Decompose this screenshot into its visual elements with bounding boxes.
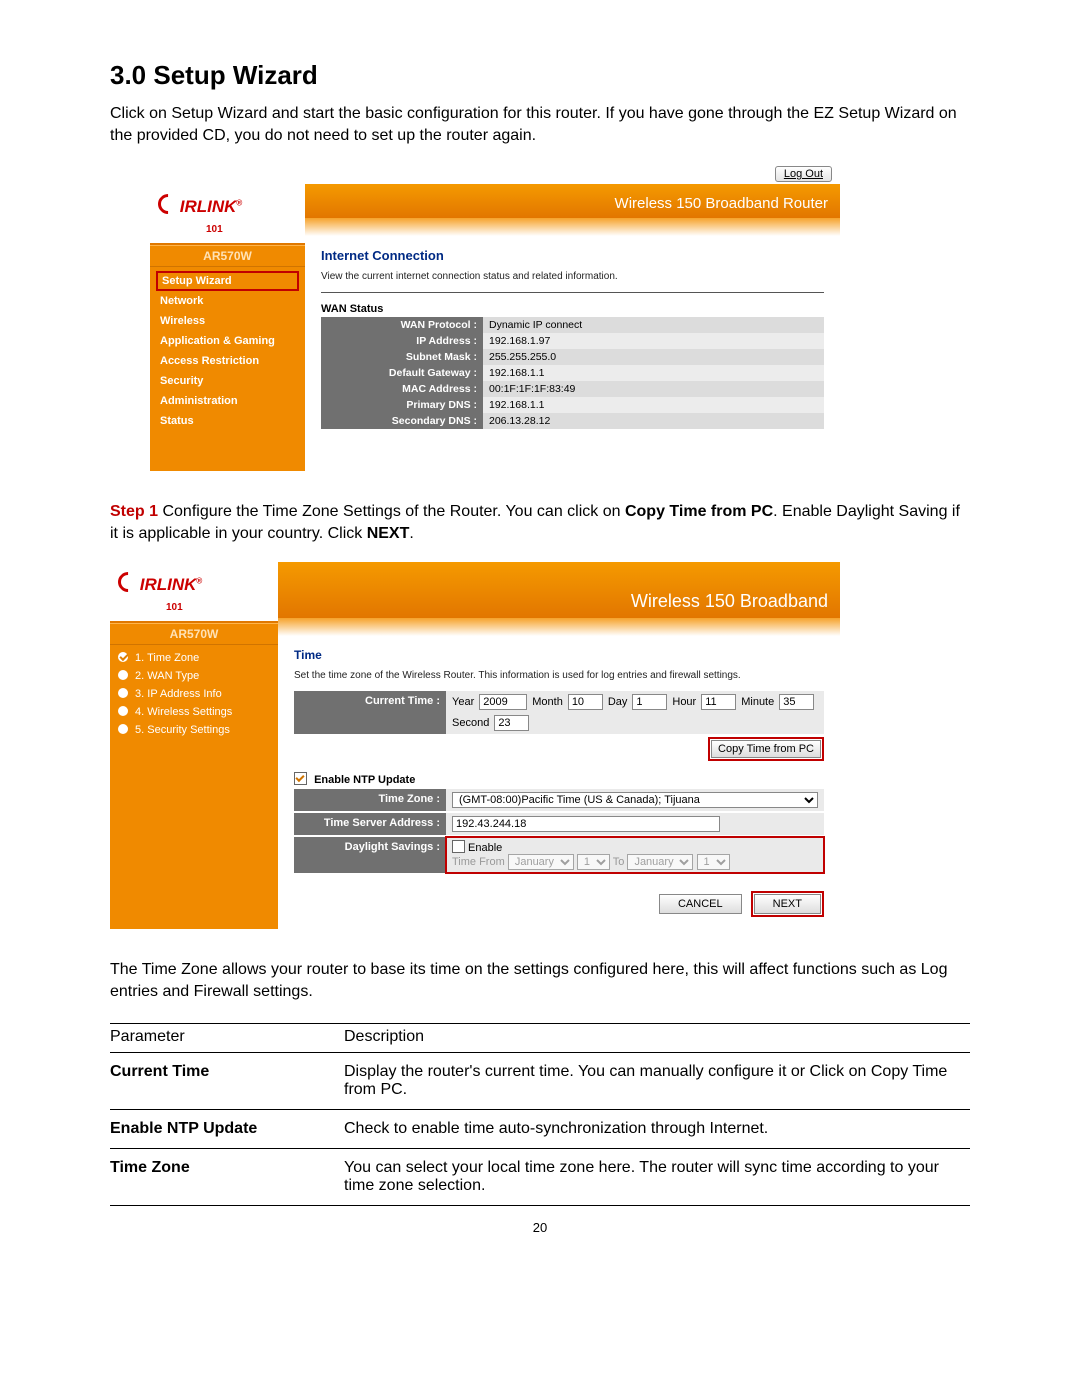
kv-value: 192.168.1.1 <box>483 365 824 381</box>
kv-key: Default Gateway : <box>321 365 483 381</box>
sidebar-item-security[interactable]: Security <box>150 371 305 391</box>
timezone-select[interactable]: (GMT-08:00)Pacific Time (US & Canada); T… <box>452 792 818 808</box>
banner-title: Wireless 150 Broadband <box>631 591 828 612</box>
timezone-paragraph: The Time Zone allows your router to base… <box>110 959 970 1002</box>
panel-title: Time <box>294 648 824 662</box>
time-server-input[interactable] <box>452 816 720 832</box>
kv-key: Primary DNS : <box>321 397 483 413</box>
current-time-label: Current Time : <box>294 691 446 734</box>
param-name: Enable NTP Update <box>110 1109 344 1148</box>
table-row: Time ZoneYou can select your local time … <box>110 1148 970 1205</box>
current-time-fields: Year Month Day Hour Minute Second <box>446 691 824 734</box>
day-input[interactable] <box>632 694 667 710</box>
dl-from-month[interactable]: January <box>508 854 574 870</box>
kv-key: Subnet Mask : <box>321 349 483 365</box>
logout-button[interactable]: Log Out <box>775 166 832 182</box>
next-highlight: NEXT <box>751 891 824 917</box>
param-name: Current Time <box>110 1052 344 1109</box>
bullet-icon <box>118 670 128 680</box>
kv-value: 192.168.1.97 <box>483 333 824 349</box>
bullet-icon <box>118 724 128 734</box>
kv-value: 00:1F:1F:1F:83:49 <box>483 381 824 397</box>
kv-value: Dynamic IP connect <box>483 317 824 333</box>
minute-input[interactable] <box>779 694 814 710</box>
wizard-step-4[interactable]: 4. Wireless Settings <box>110 703 278 721</box>
timezone-label: Time Zone : <box>294 789 446 811</box>
wan-status-title: WAN Status <box>321 303 824 315</box>
sidebar-item-status[interactable]: Status <box>150 411 305 431</box>
table-row: Current TimeDisplay the router's current… <box>110 1052 970 1109</box>
screenshot-time-setup: IRLINK® 101 AR570W 1. Time Zone 2. WAN T… <box>110 562 840 929</box>
wizard-step-3[interactable]: 3. IP Address Info <box>110 685 278 703</box>
panel-title: Internet Connection <box>321 248 824 263</box>
checkbox-checked-icon[interactable] <box>294 772 307 785</box>
section-heading: 3.0 Setup Wizard <box>110 60 970 91</box>
second-input[interactable] <box>494 715 529 731</box>
swoosh-icon <box>114 568 142 596</box>
dl-from-day[interactable]: 1 <box>577 854 610 870</box>
panel-desc: Set the time zone of the Wireless Router… <box>294 670 824 681</box>
sidebar-item-application-gaming[interactable]: Application & Gaming <box>150 331 305 351</box>
wan-status-table: WAN Protocol :Dynamic IP connectIP Addre… <box>321 317 824 429</box>
parameter-table: Parameter Description Current TimeDispla… <box>110 1023 970 1206</box>
year-input[interactable] <box>479 694 527 710</box>
intro-paragraph: Click on Setup Wizard and start the basi… <box>110 103 970 146</box>
bullet-icon <box>118 652 128 662</box>
next-button[interactable]: NEXT <box>754 894 821 914</box>
model-label: AR570W <box>110 623 278 645</box>
swoosh-icon <box>154 190 182 218</box>
sidebar-item-access-restriction[interactable]: Access Restriction <box>150 351 305 371</box>
model-label: AR570W <box>150 245 305 267</box>
kv-key: IP Address : <box>321 333 483 349</box>
banner-title: Wireless 150 Broadband Router <box>615 195 828 212</box>
desc-header: Description <box>344 1023 970 1052</box>
param-desc: You can select your local time zone here… <box>344 1148 970 1205</box>
kv-key: MAC Address : <box>321 381 483 397</box>
month-input[interactable] <box>568 694 603 710</box>
copy-time-button[interactable]: Copy Time from PC <box>711 740 821 758</box>
kv-value: 255.255.255.0 <box>483 349 824 365</box>
sidebar-item-administration[interactable]: Administration <box>150 391 305 411</box>
wizard-step-5[interactable]: 5. Security Settings <box>110 721 278 739</box>
sidebar-item-setup-wizard[interactable]: Setup Wizard <box>156 271 299 291</box>
logo: IRLINK® 101 <box>150 184 305 245</box>
cancel-button[interactable]: CANCEL <box>659 894 742 914</box>
param-desc: Display the router's current time. You c… <box>344 1052 970 1109</box>
kv-value: 206.13.28.12 <box>483 413 824 429</box>
dl-to-day[interactable]: 1 <box>697 854 730 870</box>
bullet-icon <box>118 706 128 716</box>
daylight-label: Daylight Savings : <box>294 837 446 873</box>
bullet-icon <box>118 688 128 698</box>
kv-value: 192.168.1.1 <box>483 397 824 413</box>
step1-paragraph: Step 1 Configure the Time Zone Settings … <box>110 501 970 544</box>
sidebar-item-network[interactable]: Network <box>150 291 305 311</box>
wizard-step-1[interactable]: 1. Time Zone <box>110 649 278 667</box>
wizard-step-2[interactable]: 2. WAN Type <box>110 667 278 685</box>
table-row: Enable NTP UpdateCheck to enable time au… <box>110 1109 970 1148</box>
checkbox-empty-icon[interactable] <box>452 840 465 853</box>
hour-input[interactable] <box>701 694 736 710</box>
param-name: Time Zone <box>110 1148 344 1205</box>
param-header: Parameter <box>110 1023 344 1052</box>
kv-key: Secondary DNS : <box>321 413 483 429</box>
time-server-label: Time Server Address : <box>294 813 446 835</box>
copy-time-highlight: Copy Time from PC <box>708 737 824 761</box>
sidebar-item-wireless[interactable]: Wireless <box>150 311 305 331</box>
page-number: 20 <box>110 1220 970 1235</box>
dl-to-month[interactable]: January <box>627 854 693 870</box>
enable-ntp-row[interactable]: Enable NTP Update <box>294 767 824 789</box>
panel-desc: View the current internet connection sta… <box>321 271 824 282</box>
logo: IRLINK® 101 <box>110 562 278 623</box>
param-desc: Check to enable time auto-synchronizatio… <box>344 1109 970 1148</box>
kv-key: WAN Protocol : <box>321 317 483 333</box>
screenshot-internet-connection: Log Out IRLINK® 101 AR570W Setup WizardN… <box>150 164 840 471</box>
